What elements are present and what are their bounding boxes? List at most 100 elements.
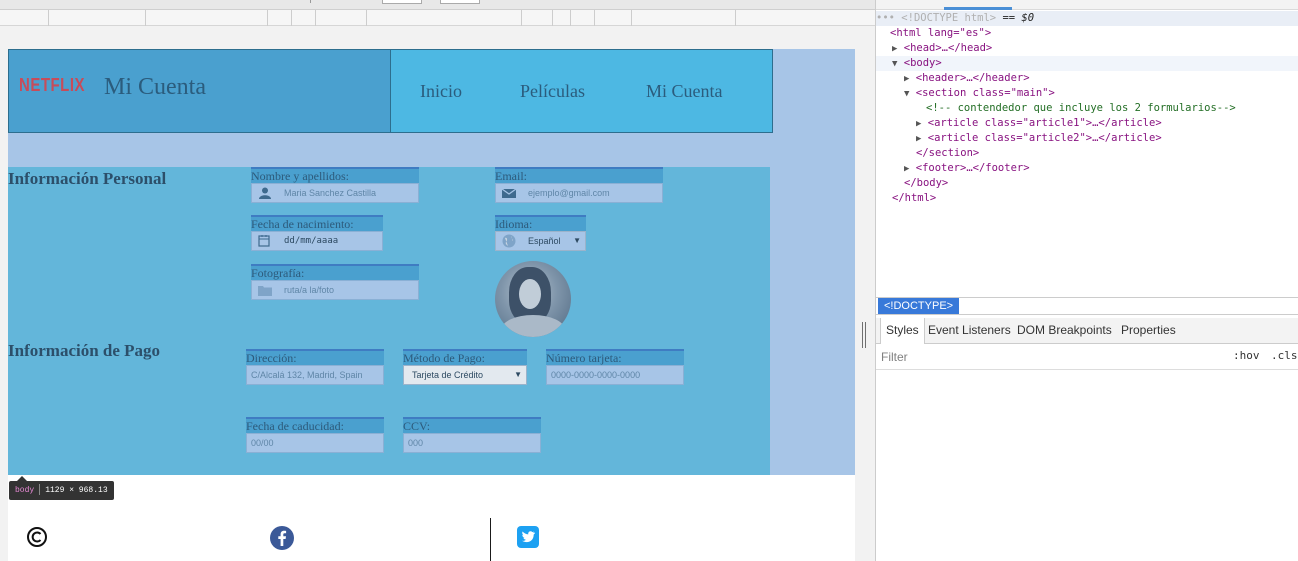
dom-node-section[interactable]: ▼ <section class="main"> [876, 86, 1298, 101]
styles-filter-bar: :hov .cls [876, 344, 1298, 370]
payment-method-label: Método de Pago: [403, 349, 527, 365]
chevron-down-icon: ▼ [573, 236, 581, 245]
elements-tab-indicator[interactable] [944, 7, 1012, 10]
nav-link-inicio[interactable]: Inicio [420, 81, 462, 102]
main-section: Información Personal Nombre y apellidos:… [8, 167, 855, 475]
nav-link-mi-cuenta[interactable]: Mi Cuenta [646, 81, 723, 102]
dom-node-html[interactable]: <html lang="es"> [876, 26, 1298, 41]
tab-styles[interactable]: Styles [880, 318, 925, 344]
tooltip-tag: body [15, 486, 35, 495]
globe-icon [502, 234, 516, 248]
html-close-tag: </html> [892, 192, 937, 204]
dom-node-article2[interactable]: ▶ <article class="article2">…</article> [876, 131, 1298, 146]
expand-arrow-icon[interactable]: ▶ [916, 119, 921, 129]
hover-state-toggle[interactable]: :hov [1233, 349, 1260, 362]
expiry-placeholder: 00/00 [251, 438, 274, 448]
facebook-icon[interactable] [270, 526, 294, 550]
expiry-input[interactable]: 00/00 [246, 433, 384, 453]
envelope-icon [502, 188, 516, 198]
dom-node-comment[interactable]: <!-- contendedor que incluye los 2 formu… [876, 101, 1298, 116]
card-number-input[interactable]: 0000-0000-0000-0000 [546, 365, 684, 385]
dom-node-html-close[interactable]: </html> [876, 191, 1298, 206]
expand-arrow-icon[interactable]: ▶ [904, 74, 909, 84]
birthdate-input[interactable]: dd/mm/aaaa [251, 231, 383, 251]
photo-input[interactable]: ruta/a la/foto [251, 280, 419, 300]
twitter-icon[interactable] [517, 526, 539, 548]
payment-method-select[interactable]: Tarjeta de Crédito ▼ [403, 365, 527, 385]
calendar-icon [258, 235, 270, 247]
section-open-tag: <section class="main"> [915, 87, 1055, 99]
media-query-ruler[interactable] [0, 10, 875, 26]
language-value: Español [528, 236, 561, 246]
collapse-arrow-icon[interactable]: ▼ [904, 89, 909, 99]
devtools-toolbar [876, 0, 1298, 10]
name-input[interactable]: Maria Sanchez Castilla [251, 183, 419, 203]
name-placeholder: Maria Sanchez Castilla [284, 188, 377, 198]
tooltip-size: 1129 × 968.13 [45, 486, 108, 495]
element-inspect-tooltip: body 1129 × 968.13 [9, 481, 114, 500]
dom-node-article1[interactable]: ▶ <article class="article1">…</article> [876, 116, 1298, 131]
tab-dom-breakpoints[interactable]: DOM Breakpoints [1012, 318, 1117, 343]
photo-field-group: Fotografía: ruta/a la/foto [251, 264, 419, 300]
expand-arrow-icon[interactable]: ▶ [916, 134, 921, 144]
birthdate-placeholder: dd/mm/aaaa [284, 236, 339, 246]
nav-link-peliculas[interactable]: Películas [520, 81, 585, 102]
personal-info-heading: Información Personal [8, 169, 167, 188]
page-title: Mi Cuenta [104, 74, 206, 100]
dom-node-footer[interactable]: ▶ <footer>…</footer> [876, 161, 1298, 176]
dom-node-head[interactable]: ▶ <head>…</head> [876, 41, 1298, 56]
address-input[interactable]: C/Alcalá 132, Madrid, Spain [246, 365, 384, 385]
dom-node-doctype[interactable]: ••• <!DOCTYPE html> == $0 [876, 11, 1298, 26]
payment-method-value: Tarjeta de Crédito [412, 370, 484, 380]
forms-container: Información Personal Nombre y apellidos:… [8, 167, 770, 475]
photo-placeholder: ruta/a la/foto [284, 285, 335, 295]
address-label: Dirección: [246, 349, 384, 365]
dom-node-body-close[interactable]: </body> [876, 176, 1298, 191]
netflix-logo[interactable]: NETFLIX [19, 75, 85, 95]
body-open-tag: <body> [903, 57, 942, 69]
collapse-arrow-icon[interactable]: ▼ [892, 59, 897, 69]
language-label: Idioma: [495, 215, 586, 231]
expand-arrow-icon[interactable]: ▶ [904, 164, 909, 174]
card-number-placeholder: 0000-0000-0000-0000 [551, 370, 641, 380]
name-field-group: Nombre y apellidos: Maria Sanchez Castil… [251, 167, 419, 203]
dom-breadcrumb: <!DOCTYPE> [876, 297, 1298, 315]
address-placeholder: C/Alcalá 132, Madrid, Spain [251, 370, 363, 380]
payment-method-field-group: Método de Pago: Tarjeta de Crédito ▼ [403, 349, 527, 385]
class-toggle[interactable]: .cls [1271, 349, 1298, 362]
birthdate-field-group: Fecha de nacimiento: dd/mm/aaaa [251, 215, 383, 251]
email-label: Email: [495, 167, 663, 183]
tab-event-listeners[interactable]: Event Listeners [923, 318, 1016, 343]
dom-tree: ••• <!DOCTYPE html> == $0 <html lang="es… [876, 11, 1298, 296]
email-input[interactable]: ejemplo@gmail.com [495, 183, 663, 203]
site-header: NETFLIX Mi Cuenta Inicio Películas Mi Cu… [8, 49, 855, 167]
dom-node-header[interactable]: ▶ <header>…</header> [876, 71, 1298, 86]
breadcrumb-doctype[interactable]: <!DOCTYPE> [878, 298, 960, 314]
ccv-input[interactable]: 000 [403, 433, 541, 453]
page-viewport: NETFLIX Mi Cuenta Inicio Películas Mi Cu… [0, 0, 875, 561]
language-select[interactable]: Español ▼ [495, 231, 586, 251]
head-tag: <head>…</head> [903, 42, 993, 54]
profile-photo [495, 261, 571, 337]
devtools-panel: ••• <!DOCTYPE html> == $0 <html lang="es… [875, 0, 1298, 561]
height-field[interactable] [440, 0, 480, 4]
language-field-group: Idioma: Español ▼ [495, 215, 586, 251]
panel-resize-handle[interactable] [860, 322, 868, 348]
user-icon [259, 187, 271, 199]
photo-label: Fotografía: [251, 264, 419, 280]
address-field-group: Dirección: C/Alcalá 132, Madrid, Spain [246, 349, 384, 385]
dom-node-body[interactable]: ▼ <body> [876, 56, 1298, 71]
site-footer [8, 475, 855, 561]
expand-arrow-icon[interactable]: ▶ [892, 44, 897, 54]
name-label: Nombre y apellidos: [251, 167, 419, 183]
device-toolbar [0, 0, 875, 10]
styles-filter-input[interactable] [881, 349, 1221, 365]
footer-divider [490, 518, 491, 561]
comment-text: <!-- contendedor que incluye los 2 formu… [926, 102, 1236, 114]
payment-info-heading: Información de Pago [8, 341, 161, 360]
width-field[interactable] [382, 0, 422, 4]
section-close-tag: </section> [916, 147, 980, 159]
main-nav: Inicio Películas Mi Cuenta [390, 49, 773, 133]
tab-properties[interactable]: Properties [1116, 318, 1181, 343]
dom-node-section-close[interactable]: </section> [876, 146, 1298, 161]
